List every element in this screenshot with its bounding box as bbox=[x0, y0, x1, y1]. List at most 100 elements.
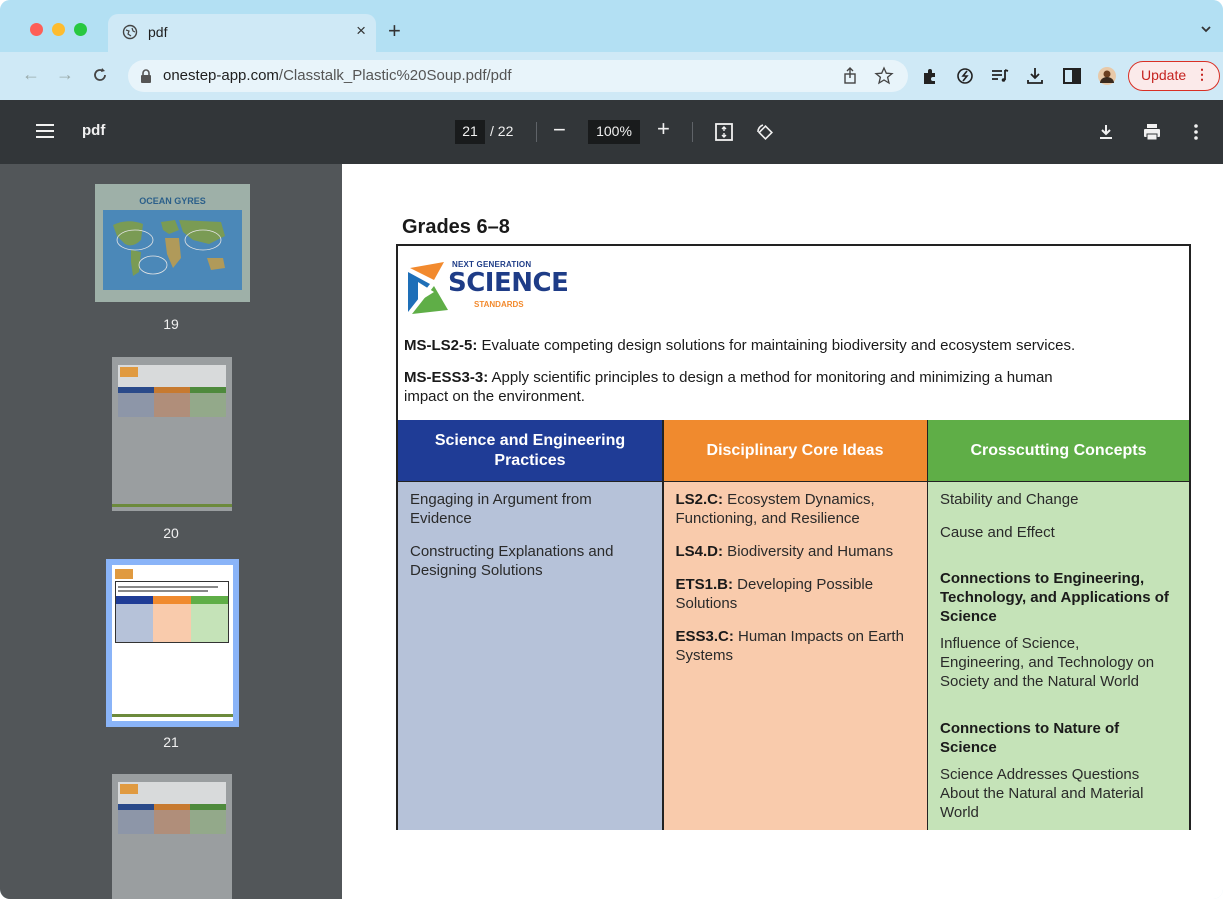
sep-item-continued: Evidence bbox=[410, 510, 472, 527]
body-line: Influence of Science, bbox=[940, 635, 1080, 652]
dci-item: LS4.D: Biodiversity and Humans bbox=[676, 542, 894, 561]
address-bar[interactable]: onestep-app.com/Classtalk_Plastic%20Soup… bbox=[128, 60, 908, 92]
minimize-window-button[interactable] bbox=[52, 23, 65, 36]
zoom-out-button[interactable]: − bbox=[553, 117, 566, 143]
ccc-item: Cause and Effect bbox=[940, 524, 1055, 541]
rotate-icon[interactable] bbox=[754, 122, 774, 142]
standards-box: NEXT GENERATION SCIENCE STANDARDS MS-LS2… bbox=[396, 244, 1191, 830]
back-icon[interactable]: ← bbox=[22, 64, 40, 85]
standard-text: impact on the environment. bbox=[404, 388, 585, 405]
dci-text: Ecosystem Dynamics, bbox=[723, 491, 875, 508]
ccc-body: Stability and Change Cause and Effect Co… bbox=[928, 482, 1189, 830]
standard-ms-ess3-3-continued: impact on the environment. bbox=[404, 387, 585, 406]
dci-text: Biodiversity and Humans bbox=[723, 543, 894, 560]
url-host: onestep-app.com bbox=[163, 67, 279, 84]
toolbar-divider bbox=[536, 122, 537, 142]
url-text[interactable]: onestep-app.com/Classtalk_Plastic%20Soup… bbox=[163, 67, 512, 84]
page-total: / 22 bbox=[490, 123, 514, 139]
ccc-engineering-body: Influence of Science, Engineering, and T… bbox=[940, 634, 1154, 691]
profile-avatar[interactable] bbox=[1097, 66, 1117, 86]
dci-item: ETS1.B: Developing Possible bbox=[676, 575, 874, 594]
standard-text: Apply scientific principles to design a … bbox=[488, 369, 1053, 386]
body-line: Science Addresses Questions bbox=[940, 766, 1140, 783]
zoom-level-input[interactable]: 100% bbox=[588, 120, 640, 144]
dci-code: LS4.D: bbox=[675, 543, 724, 560]
ccc-engineering-heading: Connections to Engineering, Technology, … bbox=[940, 569, 1169, 626]
fit-page-icon[interactable] bbox=[714, 122, 734, 142]
toolbar-divider bbox=[692, 122, 693, 142]
sep-item: Engaging in Argument from bbox=[410, 491, 592, 508]
world-map-image bbox=[103, 210, 242, 290]
body-line: About the Natural and Material bbox=[940, 785, 1144, 802]
standards-table: Science and Engineering Practices Engagi… bbox=[398, 420, 1189, 830]
new-tab-icon[interactable]: + bbox=[388, 20, 401, 42]
logo-line2: SCIENCE bbox=[448, 268, 569, 298]
browser-window: pdf × + ← → onestep-app.com/Classtalk_Pl… bbox=[0, 0, 1223, 899]
heading-line: Connections to Engineering, bbox=[940, 570, 1145, 587]
browser-tab[interactable]: pdf × bbox=[108, 14, 376, 52]
dci-code: ETS1.B: bbox=[675, 576, 734, 593]
menu-hamburger-icon[interactable] bbox=[36, 124, 54, 138]
bookmark-star-icon[interactable] bbox=[874, 66, 894, 86]
sep-header-line1: Science and Engineering bbox=[434, 431, 626, 449]
share-icon[interactable] bbox=[840, 66, 860, 86]
thumbnail-content bbox=[118, 365, 226, 417]
dci-text: Developing Possible bbox=[733, 576, 874, 593]
pdf-toolbar: pdf 21 / 22 − 100% + bbox=[0, 100, 1223, 164]
page-thumbnail-22[interactable] bbox=[112, 774, 232, 899]
close-window-button[interactable] bbox=[30, 23, 43, 36]
ccc-column: Crosscutting Concepts Stability and Chan… bbox=[928, 420, 1189, 830]
more-vert-icon: ⋮ bbox=[1195, 66, 1209, 82]
thumbnail-content bbox=[118, 782, 226, 834]
download-icon[interactable] bbox=[1096, 122, 1116, 142]
more-vert-icon[interactable] bbox=[1186, 122, 1206, 142]
heading-line: Science bbox=[940, 608, 997, 625]
ccc-item: Stability and Change bbox=[940, 491, 1079, 508]
extensions-puzzle-icon[interactable] bbox=[920, 66, 940, 86]
reload-icon[interactable] bbox=[92, 67, 108, 83]
heading-line: Science bbox=[940, 739, 997, 756]
lock-icon[interactable] bbox=[140, 69, 152, 83]
pdf-file-name: pdf bbox=[82, 122, 106, 139]
extension-icon[interactable] bbox=[955, 66, 975, 86]
sep-header-line2: Practices bbox=[494, 451, 566, 469]
forward-icon[interactable]: → bbox=[56, 64, 74, 85]
sep-item: Constructing Explanations and bbox=[410, 543, 614, 560]
dci-item: ESS3.C: Human Impacts on Earth bbox=[676, 627, 904, 646]
update-button[interactable]: Update ⋮ bbox=[1128, 61, 1220, 91]
page-heading: Grades 6–8 bbox=[402, 216, 510, 238]
print-icon[interactable] bbox=[1142, 122, 1162, 142]
page-thumbnail-19[interactable]: OCEAN GYRES bbox=[95, 184, 250, 302]
body-line: Engineering, and Technology on bbox=[940, 654, 1155, 671]
dci-header: Disciplinary Core Ideas bbox=[663, 420, 927, 482]
download-icon[interactable] bbox=[1025, 66, 1045, 86]
dci-item: LS2.C: Ecosystem Dynamics, bbox=[676, 490, 875, 509]
page-thumbnail-20[interactable] bbox=[112, 357, 232, 511]
heading-line: Technology, and Applications of bbox=[940, 589, 1169, 606]
standard-code: MS-ESS3-3: bbox=[404, 369, 489, 386]
thumbnail-page-number: 21 bbox=[163, 734, 179, 750]
thumbnail-content bbox=[112, 565, 233, 721]
media-playlist-icon[interactable] bbox=[990, 66, 1010, 86]
side-panel-icon[interactable] bbox=[1062, 66, 1082, 86]
body-line: Society and the Natural World bbox=[940, 673, 1139, 690]
page-number-input[interactable]: 21 bbox=[455, 120, 485, 144]
pdf-page: Grades 6–8 NEXT GENERATION SCIENCE STAND… bbox=[342, 164, 1223, 899]
heading-line: Connections to Nature of bbox=[940, 720, 1120, 737]
tab-title: pdf bbox=[148, 24, 168, 40]
standard-code: MS-LS2-5: bbox=[404, 337, 478, 354]
close-tab-icon[interactable]: × bbox=[356, 21, 366, 41]
ccc-nature-body: Science Addresses Questions About the Na… bbox=[940, 765, 1143, 822]
thumbnail-page-number: 19 bbox=[163, 316, 179, 332]
dci-body: LS2.C: Ecosystem Dynamics, Functioning, … bbox=[663, 482, 927, 830]
standard-ms-ess3-3: MS-ESS3-3: Apply scientific principles t… bbox=[404, 368, 1053, 387]
globe-icon bbox=[122, 24, 138, 40]
sep-header: Science and Engineering Practices bbox=[398, 420, 662, 482]
ngss-logo: NEXT GENERATION SCIENCE STANDARDS bbox=[404, 256, 569, 320]
chevron-down-icon[interactable] bbox=[1199, 22, 1213, 36]
maximize-window-button[interactable] bbox=[74, 23, 87, 36]
ccc-header: Crosscutting Concepts bbox=[928, 420, 1189, 482]
browser-toolbar: ← → onestep-app.com/Classtalk_Plastic%20… bbox=[0, 52, 1223, 100]
page-thumbnail-21-selected[interactable] bbox=[106, 559, 239, 727]
zoom-in-button[interactable]: + bbox=[657, 116, 670, 142]
